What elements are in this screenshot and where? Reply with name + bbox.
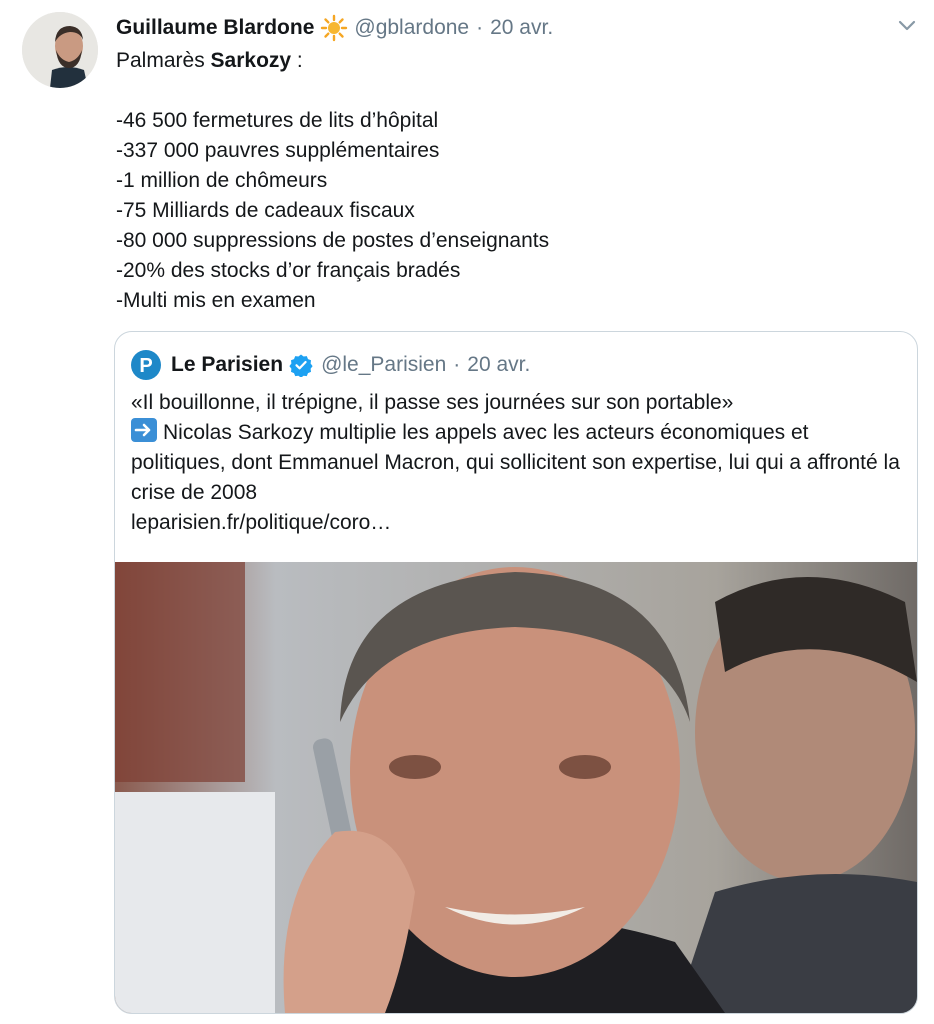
quoted-tweet-photo[interactable] bbox=[115, 562, 917, 1013]
header-separator: · bbox=[476, 16, 484, 39]
quoted-tweet-card[interactable]: P Le Parisien @le_Parisien · 20 avr. «Il… bbox=[114, 331, 918, 1014]
svg-text:P: P bbox=[139, 355, 152, 377]
quoted-tweet-text: «Il bouillonne, il trépigne, il passe se… bbox=[131, 388, 901, 538]
quoted-author-name[interactable]: Le Parisien bbox=[171, 353, 283, 377]
right-arrow-emoji-icon bbox=[131, 418, 157, 442]
verified-badge-icon bbox=[289, 354, 313, 377]
photo-image bbox=[115, 562, 917, 1013]
avatar-portrait bbox=[22, 12, 98, 88]
tweet-text: Palmarès Sarkozy : -46 500 fermetures de… bbox=[116, 46, 906, 316]
list-item: -1 million de chômeurs bbox=[116, 169, 328, 192]
author-handle[interactable]: @gblardone bbox=[354, 16, 469, 40]
intro-bold: Sarkozy bbox=[210, 49, 292, 72]
intro-prefix: Palmarès bbox=[116, 49, 211, 72]
sun-emoji-icon bbox=[320, 14, 348, 42]
quoted-header-separator: · bbox=[453, 353, 461, 376]
quoted-tweet-header: P Le Parisien @le_Parisien · 20 avr. bbox=[131, 350, 530, 380]
quote-link[interactable]: leparisien.fr/politique/coro… bbox=[131, 508, 901, 538]
tweet-date[interactable]: 20 avr. bbox=[490, 16, 553, 40]
quoted-author-handle[interactable]: @le_Parisien bbox=[321, 353, 446, 377]
author-name[interactable]: Guillaume Blardone bbox=[116, 16, 314, 40]
quote-body: Nicolas Sarkozy multiplie les appels ave… bbox=[131, 421, 900, 504]
list-item: -20% des stocks d’or français bradés bbox=[116, 259, 461, 282]
tweet-intro: Palmarès Sarkozy : bbox=[116, 46, 906, 76]
author-avatar[interactable] bbox=[22, 12, 98, 88]
list-item: -80 000 suppressions de postes d’enseign… bbox=[116, 229, 550, 252]
quote-paragraph: Nicolas Sarkozy multiplie les appels ave… bbox=[131, 418, 901, 508]
le-parisien-logo-icon: P bbox=[131, 350, 161, 380]
chevron-down-icon[interactable] bbox=[896, 14, 918, 36]
list-item: -46 500 fermetures de lits d’hôpital bbox=[116, 109, 439, 132]
quote-line: «Il bouillonne, il trépigne, il passe se… bbox=[131, 391, 734, 414]
tweet-header: Guillaume Blardone @gblardone · 20 avr. bbox=[116, 12, 553, 44]
list-item: -75 Milliards de cadeaux fiscaux bbox=[116, 199, 415, 222]
list-item: -Multi mis en examen bbox=[116, 289, 316, 312]
quoted-tweet-date[interactable]: 20 avr. bbox=[467, 353, 530, 377]
list-item: -337 000 pauvres supplémentaires bbox=[116, 139, 440, 162]
intro-suffix: : bbox=[291, 49, 303, 72]
